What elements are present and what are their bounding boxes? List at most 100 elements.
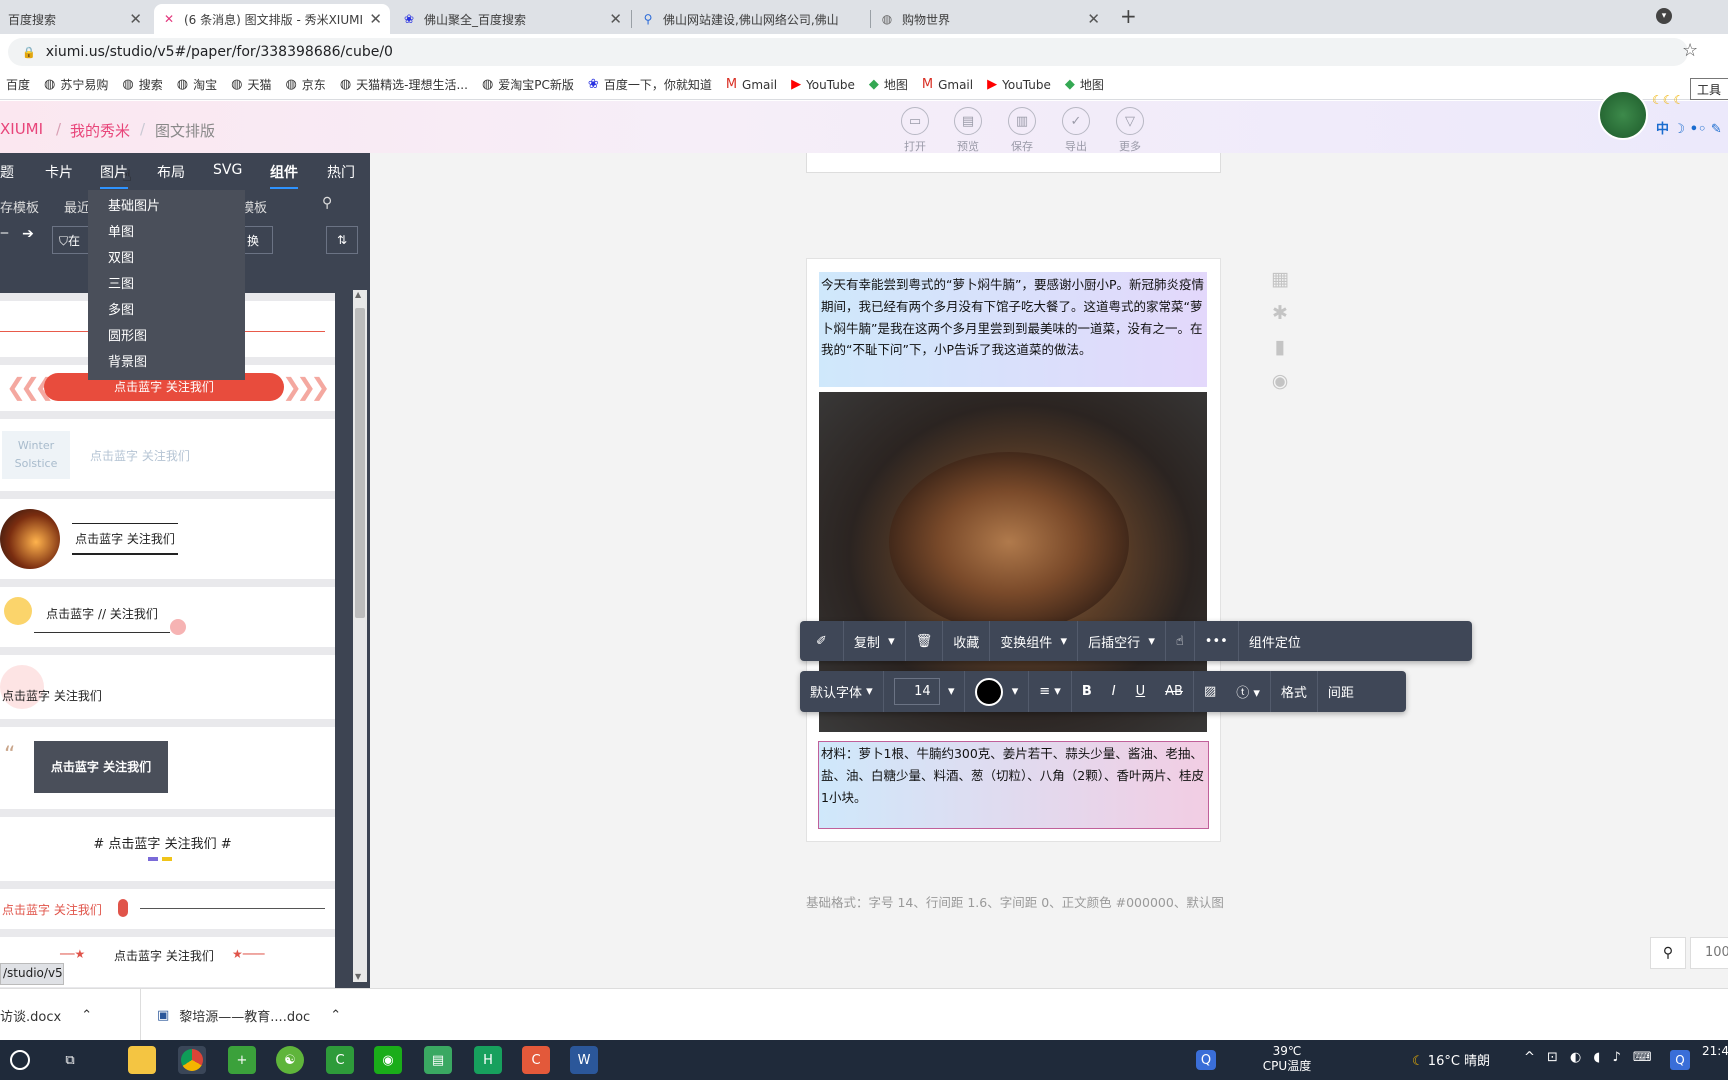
bookmark-item[interactable]: M Gmail bbox=[922, 77, 973, 92]
tab-foshan-site[interactable]: ⚲ 佛山网站建设,佛山网络公司,佛山 bbox=[633, 4, 869, 34]
component-card[interactable]: 点击蓝字 关注我们 bbox=[0, 655, 335, 719]
article-text[interactable]: 今天有幸能尝到粤式的“萝卜焖牛腩”，要感谢小厨小P。新冠肺炎疫情期间，我已经有两… bbox=[819, 272, 1207, 387]
bookmark-item[interactable]: ◍ 搜索 bbox=[122, 76, 162, 93]
bookmark-item[interactable]: ▶ YouTube bbox=[987, 77, 1051, 92]
swap-button[interactable]: 换 bbox=[243, 226, 273, 254]
text-transform-icon[interactable]: ⓣ ▾ bbox=[1226, 671, 1271, 712]
bar-chart-icon[interactable]: ▮ bbox=[1268, 336, 1292, 370]
bookmark-item[interactable]: ◆ 地图 bbox=[869, 76, 908, 93]
component-card[interactable]: 点击蓝字 关注我们 bbox=[0, 889, 335, 929]
more-button[interactable]: ▽ 更多 bbox=[1108, 107, 1152, 154]
align-icon[interactable]: ≡ ▾ bbox=[1029, 671, 1072, 712]
tab-card[interactable]: 卡片 bbox=[45, 162, 73, 182]
strikethrough-button[interactable]: AB bbox=[1155, 671, 1194, 712]
tray-q-icon[interactable]: Q bbox=[1670, 1050, 1690, 1070]
component-card[interactable]: “ 点击蓝字 关注我们 bbox=[0, 727, 335, 809]
app-h-icon[interactable]: H bbox=[474, 1046, 502, 1074]
close-icon[interactable]: ✕ bbox=[609, 10, 622, 28]
hand-pointer-icon[interactable]: ☝ bbox=[1166, 621, 1195, 661]
cortana-icon[interactable] bbox=[10, 1050, 30, 1070]
breadcrumb-xiumi[interactable]: XIUMI bbox=[0, 120, 43, 138]
close-icon[interactable]: ✕ bbox=[1087, 10, 1100, 28]
tray-q-icon[interactable]: Q bbox=[1196, 1050, 1216, 1070]
chevron-up-icon[interactable]: ⌃ bbox=[81, 1008, 92, 1023]
grid-icon[interactable]: ▦ bbox=[1268, 268, 1292, 302]
tab-title[interactable]: 题 bbox=[0, 162, 14, 182]
italic-button[interactable]: I bbox=[1102, 671, 1126, 712]
bookmark-item[interactable]: ◍ 京东 bbox=[285, 76, 325, 93]
menu-item-triple-image[interactable]: 三图 bbox=[88, 274, 245, 300]
tab-svg[interactable]: SVG bbox=[213, 162, 242, 178]
search-icon[interactable]: ⚲ bbox=[322, 195, 332, 211]
component-locate-button[interactable]: 组件定位 bbox=[1239, 621, 1311, 661]
open-button[interactable]: ▭ 打开 bbox=[893, 107, 937, 154]
component-card[interactable]: 点击蓝字 关注我们 bbox=[0, 499, 335, 579]
avatar[interactable] bbox=[1598, 90, 1648, 140]
tab-search-icon[interactable]: ▾ bbox=[1656, 8, 1672, 24]
transform-component-button[interactable]: 变换组件 ▾ bbox=[990, 621, 1079, 661]
bookmark-item[interactable]: 百度 bbox=[6, 76, 30, 93]
tab-shopping[interactable]: ◍ 购物世界 ✕ bbox=[872, 4, 1108, 34]
font-size-select[interactable]: 14 ▾ bbox=[884, 671, 966, 712]
bold-button[interactable]: B bbox=[1072, 671, 1102, 712]
bookmark-item[interactable]: M Gmail bbox=[726, 77, 777, 92]
back-arrow-icon[interactable]: ‒ bbox=[0, 225, 14, 251]
tab-component[interactable]: 组件 bbox=[270, 162, 298, 189]
zoom-level[interactable]: 100 bbox=[1690, 937, 1728, 969]
menu-item-background-image[interactable]: 背景图 bbox=[88, 352, 245, 378]
export-button[interactable]: ✓ 导出 bbox=[1054, 107, 1098, 154]
download-item[interactable]: ▣ 黎培源——教育....doc ⌃ bbox=[140, 989, 360, 1041]
color-picker[interactable]: ▾ bbox=[965, 671, 1030, 712]
insert-blank-line-button[interactable]: 后插空行 ▾ bbox=[1078, 621, 1166, 661]
zoom-icon[interactable]: ⚲ bbox=[1650, 937, 1686, 969]
menu-item-double-image[interactable]: 双图 bbox=[88, 248, 245, 274]
bookmark-item[interactable]: ◍ 天猫 bbox=[231, 76, 271, 93]
breadcrumb-mine[interactable]: 我的秀米 bbox=[70, 120, 130, 141]
bookmark-item[interactable]: ◍ 淘宝 bbox=[177, 76, 217, 93]
chevron-up-icon[interactable]: ⌃ bbox=[330, 1008, 341, 1023]
chrome-icon[interactable] bbox=[178, 1046, 206, 1074]
bookmark-item[interactable]: ▶ YouTube bbox=[791, 77, 855, 92]
gallery-scrollbar[interactable]: ▲ ▼ bbox=[353, 290, 367, 982]
tab-baidu-search[interactable]: 百度搜索 ✕ bbox=[0, 4, 150, 34]
component-card[interactable]: Winter Solstice 点击蓝字 关注我们 bbox=[0, 419, 335, 491]
bookmark-item[interactable]: ◍ 苏宁易购 bbox=[44, 76, 108, 93]
star-icon[interactable]: ☆ bbox=[1682, 40, 1698, 61]
download-item[interactable]: 访谈.docx ⌃ bbox=[0, 989, 128, 1041]
pdf-icon[interactable]: ▤ bbox=[424, 1046, 452, 1074]
format-button[interactable]: 格式 bbox=[1271, 671, 1318, 712]
bookmark-item[interactable]: ◍ 天猫精选-理想生活... bbox=[340, 76, 468, 93]
task-view-icon[interactable]: ⧉ bbox=[56, 1046, 84, 1074]
tab-hot[interactable]: 热门 bbox=[327, 162, 355, 182]
save-button[interactable]: ▥ 保存 bbox=[1000, 107, 1044, 154]
underline-button[interactable]: U bbox=[1126, 671, 1156, 712]
tab-xiumi[interactable]: ✕ (6 条消息) 图文排版 - 秀米XIUMI ✕ bbox=[154, 4, 390, 34]
spacing-button[interactable]: 间距 bbox=[1318, 671, 1364, 712]
wechat-icon[interactable]: ◉ bbox=[374, 1046, 402, 1074]
close-icon[interactable]: ✕ bbox=[129, 10, 142, 28]
app-plus-icon[interactable]: + bbox=[228, 1046, 256, 1074]
bookmark-item[interactable]: ◍ 爱淘宝PC新版 bbox=[482, 76, 574, 93]
forward-arrow-icon[interactable]: ➔ bbox=[14, 226, 42, 252]
menu-item-circle-image[interactable]: 圆形图 bbox=[88, 326, 245, 352]
ime-indicator[interactable]: 中 ☽ •◦ ✎ bbox=[1656, 118, 1722, 137]
subtab-recent[interactable]: 最近 bbox=[64, 197, 90, 216]
component-card[interactable]: 点击蓝字 // 关注我们 bbox=[0, 587, 335, 647]
file-explorer-icon[interactable] bbox=[128, 1046, 156, 1074]
filter-button[interactable]: ⛉在 bbox=[52, 226, 90, 254]
copy-button[interactable]: 复制 ▾ bbox=[844, 621, 906, 661]
subtab-saved-templates[interactable]: 存模板 bbox=[0, 197, 39, 216]
article-card[interactable]: 今天有幸能尝到粤式的“萝卜焖牛腩”，要感谢小厨小P。新冠肺炎疫情期间，我已经有两… bbox=[806, 258, 1221, 842]
more-dots-icon[interactable]: ••• bbox=[1195, 621, 1239, 661]
preview-button[interactable]: ▤ 预览 bbox=[946, 107, 990, 154]
eye-icon[interactable]: ◉ bbox=[1268, 370, 1292, 404]
bookmark-item[interactable]: ◆ 地图 bbox=[1065, 76, 1104, 93]
delete-icon[interactable]: 🗑 bbox=[906, 621, 944, 661]
weather[interactable]: ☾ 16°C 晴朗 bbox=[1412, 1050, 1490, 1069]
menu-item-multi-image[interactable]: 多图 bbox=[88, 300, 245, 326]
pin-icon[interactable]: ✐ bbox=[800, 621, 844, 661]
clear-format-icon[interactable]: ▨ bbox=[1194, 671, 1226, 712]
scroll-up-icon[interactable]: ▲ bbox=[355, 290, 361, 299]
scroll-down-icon[interactable]: ▼ bbox=[355, 972, 361, 981]
app-c-icon[interactable]: C bbox=[326, 1046, 354, 1074]
